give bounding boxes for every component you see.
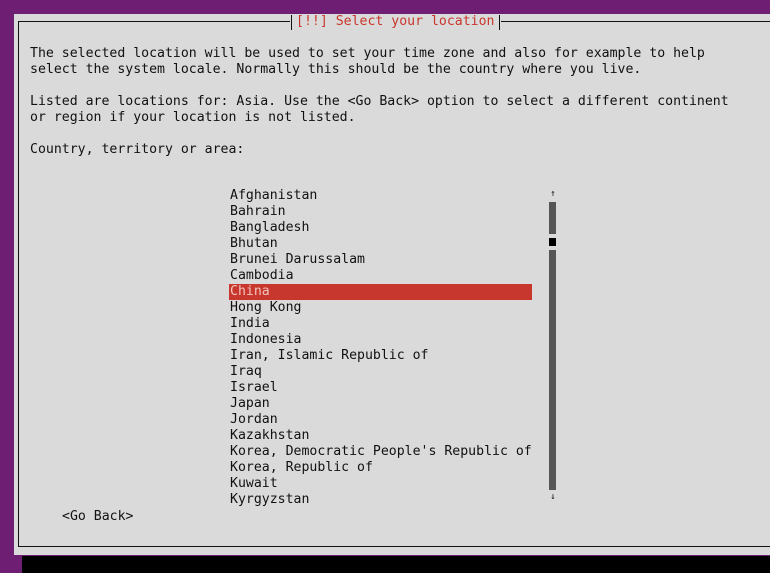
list-item[interactable]: Korea, Republic of <box>229 460 532 476</box>
location-dialog: [!!] Select your location The selected l… <box>14 14 770 555</box>
list-item[interactable]: Iraq <box>229 364 532 380</box>
list-item[interactable]: Afghanistan <box>229 188 532 204</box>
listed-text-line-2: or region if your location is not listed… <box>30 110 356 125</box>
list-item[interactable]: Cambodia <box>229 268 532 284</box>
arrow-up-icon[interactable]: ↑ <box>548 190 558 199</box>
dialog-title: [!!] Select your location <box>290 14 501 30</box>
country-list[interactable]: Afghanistan Bahrain Bangladesh Bhutan Brunei… <box>229 188 532 508</box>
list-item[interactable]: Japan <box>229 396 532 412</box>
list-item[interactable]: Kazakhstan <box>229 428 532 444</box>
list-item[interactable]: Kyrgyzstan <box>229 492 532 508</box>
list-item[interactable]: Hong Kong <box>229 300 532 316</box>
country-list-scrollbar[interactable]: ↑ ↓ <box>548 190 558 502</box>
list-item[interactable]: Kuwait <box>229 476 532 492</box>
scrollbar-track-lower[interactable] <box>549 250 556 490</box>
list-item[interactable]: Iran, Islamic Republic of <box>229 348 532 364</box>
scrollbar-thumb[interactable] <box>549 238 556 246</box>
country-prompt: Country, territory or area: <box>30 142 245 157</box>
screen-bottom-bar <box>22 556 770 573</box>
intro-text-line-1: The selected location will be used to se… <box>30 46 705 61</box>
list-item[interactable]: Bhutan <box>229 236 532 252</box>
list-item[interactable]: Israel <box>229 380 532 396</box>
list-item[interactable]: Jordan <box>229 412 532 428</box>
list-item[interactable]: China <box>229 284 532 300</box>
go-back-button[interactable]: <Go Back> <box>62 509 133 525</box>
list-item[interactable]: Brunei Darussalam <box>229 252 532 268</box>
arrow-down-icon[interactable]: ↓ <box>548 493 558 502</box>
list-item[interactable]: Bangladesh <box>229 220 532 236</box>
list-item[interactable]: Bahrain <box>229 204 532 220</box>
listed-text-line-1: Listed are locations for: Asia. Use the … <box>30 94 729 109</box>
scrollbar-track-upper[interactable] <box>549 202 556 234</box>
intro-text-line-2: select the system locale. Normally this … <box>30 62 642 77</box>
list-item[interactable]: Korea, Democratic People's Republic of <box>229 444 532 460</box>
list-item[interactable]: India <box>229 316 532 332</box>
list-item[interactable]: Indonesia <box>229 332 532 348</box>
